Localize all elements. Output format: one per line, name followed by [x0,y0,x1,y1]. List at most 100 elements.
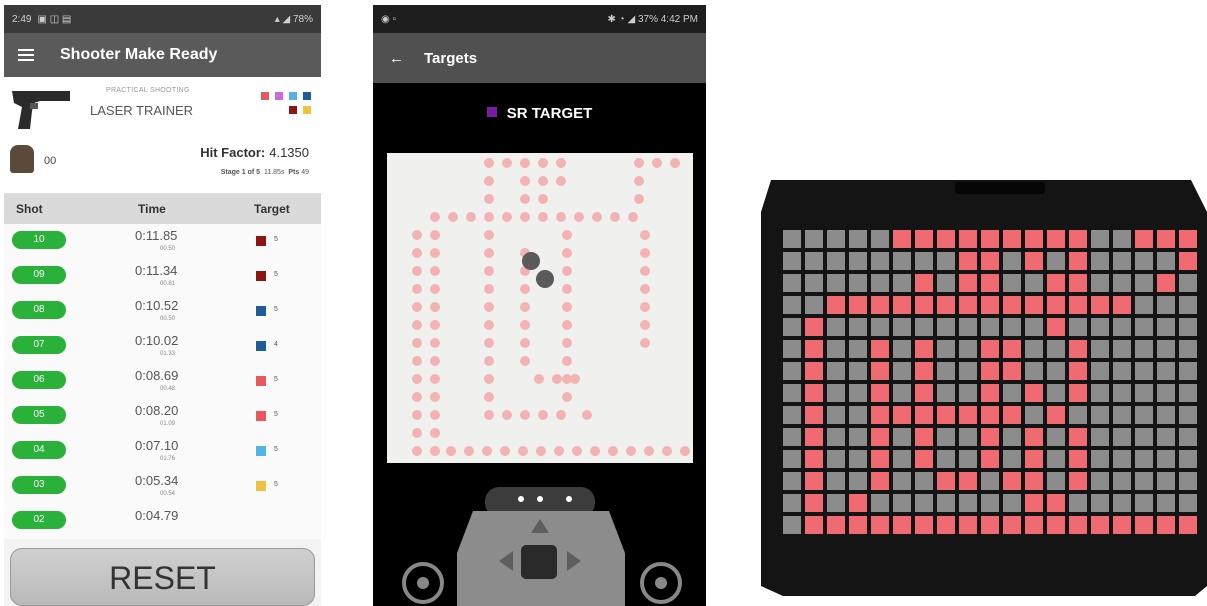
led-pixel [1047,450,1065,468]
led-pixel [1025,472,1043,490]
led-pixel [849,230,867,248]
led-pixel [981,274,999,292]
led-pixel [1025,450,1043,468]
left-target-center [417,577,429,589]
table-row[interactable]: 02 0:04.79 [4,504,321,539]
shots-list[interactable]: 10 0:11.85 00.50 5 09 0:11.34 00.81 5 08… [4,224,321,539]
shot-number-badge: 02 [12,511,66,529]
led-pixel [915,494,933,512]
table-row[interactable]: 09 0:11.34 00.81 5 [4,259,321,294]
led-pixel [981,318,999,336]
led-pixel [871,230,889,248]
pistol-icon [12,91,70,129]
target-dot [484,302,494,312]
led-pixel [1069,494,1087,512]
table-row[interactable]: 04 0:07.10 01.76 5 [4,434,321,469]
target-dot [640,266,650,276]
led-pixel [805,472,823,490]
target-dot [556,212,566,222]
led-pixel [1091,450,1109,468]
menu-icon[interactable] [18,49,34,61]
led-pixel [959,472,977,490]
color-swatch [289,106,297,114]
target-dot [562,338,572,348]
center-button[interactable] [521,545,557,579]
led-pixel [1113,230,1131,248]
session-info: PRACTICAL SHOOTING LASER TRAINER 00 Hit … [4,77,321,194]
led-pixel [915,472,933,490]
shot-number-badge: 09 [12,266,66,284]
led-pixel [959,230,977,248]
shot-time: 0:05.34 [135,473,179,488]
target-face[interactable] [387,153,693,463]
led-pixel [1003,428,1021,446]
table-row[interactable]: 08 0:10.52 00.50 5 [4,294,321,329]
target-dot [430,410,440,420]
led-pixel [1135,384,1153,402]
led-pixel [1135,274,1153,292]
led-pixel [849,296,867,314]
target-dot [412,284,422,294]
led-pixel [981,384,999,402]
led-pixel [1157,318,1175,336]
table-row[interactable]: 07 0:10.02 01.33 4 [4,329,321,364]
led-pixel [827,472,845,490]
led-pixel [805,296,823,314]
led-pixel [1003,406,1021,424]
led-pixel [981,516,999,534]
led-pixel [1157,516,1175,534]
status-time: 4:42 PM [660,13,698,25]
led-pixel [805,252,823,270]
shot-time: 0:08.20 [135,403,179,418]
color-swatch [261,92,269,100]
table-row[interactable]: 10 0:11.85 00.50 5 [4,224,321,259]
led-pixel [1091,230,1109,248]
led-pixel [893,230,911,248]
target-dot [640,302,650,312]
table-row[interactable]: 05 0:08.20 01.09 5 [4,399,321,434]
shot-split: 00.50 [160,316,176,322]
led-pixel [937,516,955,534]
table-row[interactable]: 06 0:08.69 00.48 5 [4,364,321,399]
led-pixel [1091,296,1109,314]
led-pixel [1113,274,1131,292]
led-pixel [915,516,933,534]
target-dot [562,230,572,240]
led-pixel [827,516,845,534]
led-pixel [849,274,867,292]
color-swatch [275,92,283,100]
reset-button[interactable]: RESET [10,548,315,606]
led-pixel [1179,472,1197,490]
led-pixel [827,252,845,270]
led-pixel [1113,384,1131,402]
led-pixel [1179,318,1197,336]
led-pixel [893,406,911,424]
target-color-swatch [256,411,266,421]
led-pixel [1113,296,1131,314]
led-pixel [1025,296,1043,314]
table-row[interactable]: 03 0:05.34 00.54 5 [4,469,321,504]
led-pixel [1069,516,1087,534]
led-pixel [893,296,911,314]
target-dot [430,302,440,312]
target-dot [412,320,422,330]
led-pixel [1025,516,1043,534]
led-pixel [871,384,889,402]
header-time: Time [138,202,166,216]
notification-icons: ◉ ▫ [381,13,397,25]
led-pixel [959,340,977,358]
led-pixel [827,450,845,468]
target-dot [552,374,562,384]
hit-factor: Hit Factor: 4.1350 [200,145,309,160]
target-dot [484,194,494,204]
led-pixel [1157,406,1175,424]
target-number: 5 [274,306,278,313]
subtitle: PRACTICAL SHOOTING [106,87,190,94]
back-arrow-icon[interactable]: ← [389,50,404,67]
led-pixel [915,252,933,270]
led-pixel [1179,230,1197,248]
led-pixel [1091,362,1109,380]
led-pixel [893,494,911,512]
led-pixel [827,274,845,292]
target-dot [430,338,440,348]
